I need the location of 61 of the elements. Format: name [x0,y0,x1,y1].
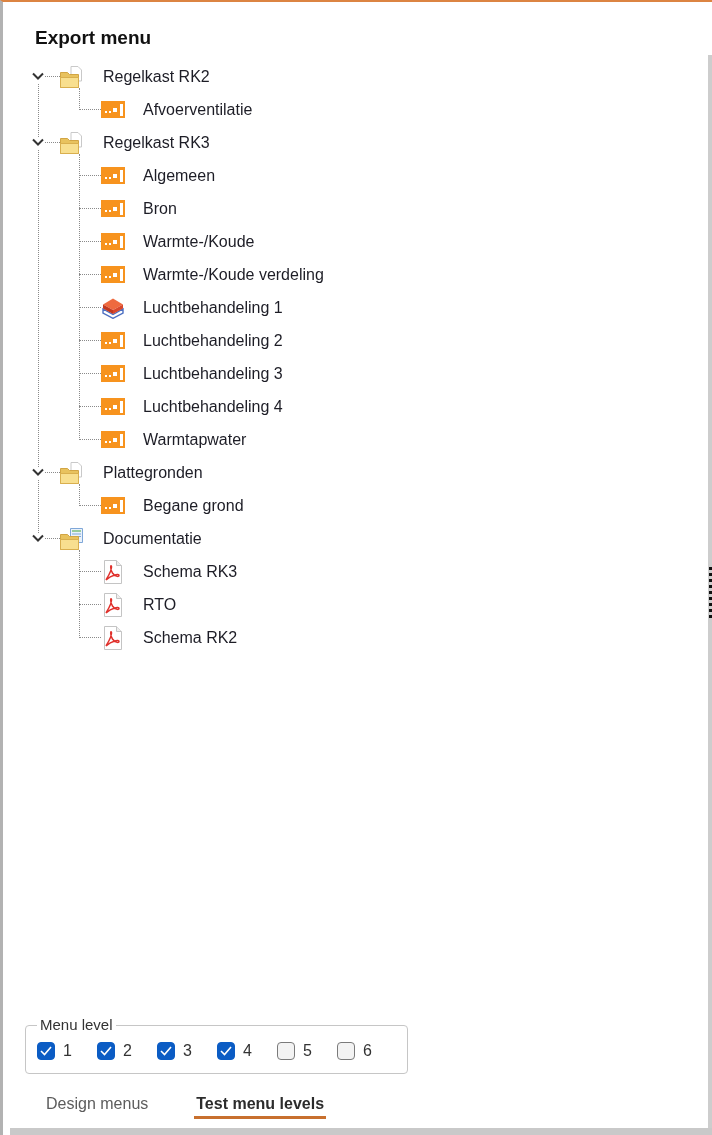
check-icon [100,1046,112,1056]
panel-icon [101,233,125,250]
tree-item[interactable]: Regelkast RK3 [103,132,210,153]
check-icon [40,1046,52,1056]
panel-icon [101,101,125,118]
checkbox-label[interactable]: 6 [363,1042,372,1060]
tree-item[interactable]: Plattegronden [103,462,203,483]
chevron-down-icon[interactable] [31,534,45,543]
tree-item[interactable]: Luchtbehandeling 4 [143,396,283,417]
check-icon [160,1046,172,1056]
tree-item[interactable]: Documentatie [103,528,202,549]
panel-icon [101,398,125,415]
tree-item[interactable]: Afvoerventilatie [143,99,253,120]
chevron-down-icon[interactable] [31,138,45,147]
tree-item[interactable]: Schema RK2 [143,627,238,648]
checkbox[interactable] [157,1042,175,1060]
panel-icon [101,200,125,217]
tree-item[interactable]: Algemeen [143,165,216,186]
panel-icon [101,431,125,448]
checkbox-label[interactable]: 2 [123,1042,132,1060]
checkbox[interactable] [337,1042,355,1060]
checkbox[interactable] [97,1042,115,1060]
document-folder-icon [60,527,84,550]
chevron-down-icon[interactable] [31,72,45,81]
tree-item[interactable]: Warmte-/Koude verdeling [143,264,324,285]
checkbox[interactable] [37,1042,55,1060]
folder-icon [60,461,84,484]
chevron-down-icon[interactable] [31,468,45,477]
panel-icon [101,365,125,382]
folder-icon [60,131,84,154]
tree-item[interactable]: Bron [143,198,177,219]
tree-item[interactable]: RTO [143,594,177,615]
tree-item[interactable]: Luchtbehandeling 2 [143,330,283,351]
pdf-file-icon [101,625,125,650]
tab[interactable]: Design menus [44,1094,151,1119]
group-label: Menu level [39,1017,114,1033]
tree-item[interactable]: Regelkast RK2 [103,66,210,87]
panel-title: Export menu [35,26,152,50]
tree-item[interactable]: Luchtbehandeling 3 [143,363,283,384]
panel-icon [101,497,125,514]
pdf-file-icon [101,592,125,617]
checkbox[interactable] [277,1042,295,1060]
tree-item[interactable]: Schema RK3 [143,561,238,582]
checkbox-label[interactable]: 4 [243,1042,252,1060]
panel-icon [101,266,125,283]
cube-icon [101,296,125,319]
panel-icon [101,332,125,349]
checkbox[interactable] [217,1042,235,1060]
tree-item[interactable]: Warmte-/Koude [143,231,255,252]
panel-icon [101,167,125,184]
checkbox-label[interactable]: 3 [183,1042,192,1060]
checkbox-label[interactable]: 5 [303,1042,312,1060]
tree-item[interactable]: Begane grond [143,495,244,516]
tree-item[interactable]: Warmtapwater [143,429,247,450]
tab[interactable]: Test menu levels [194,1094,327,1119]
check-icon [220,1046,232,1056]
folder-icon [60,65,84,88]
grip-icon[interactable] [708,567,712,618]
checkbox-label[interactable]: 1 [63,1042,72,1060]
pdf-file-icon [101,559,125,584]
tree-item[interactable]: Luchtbehandeling 1 [143,297,283,318]
